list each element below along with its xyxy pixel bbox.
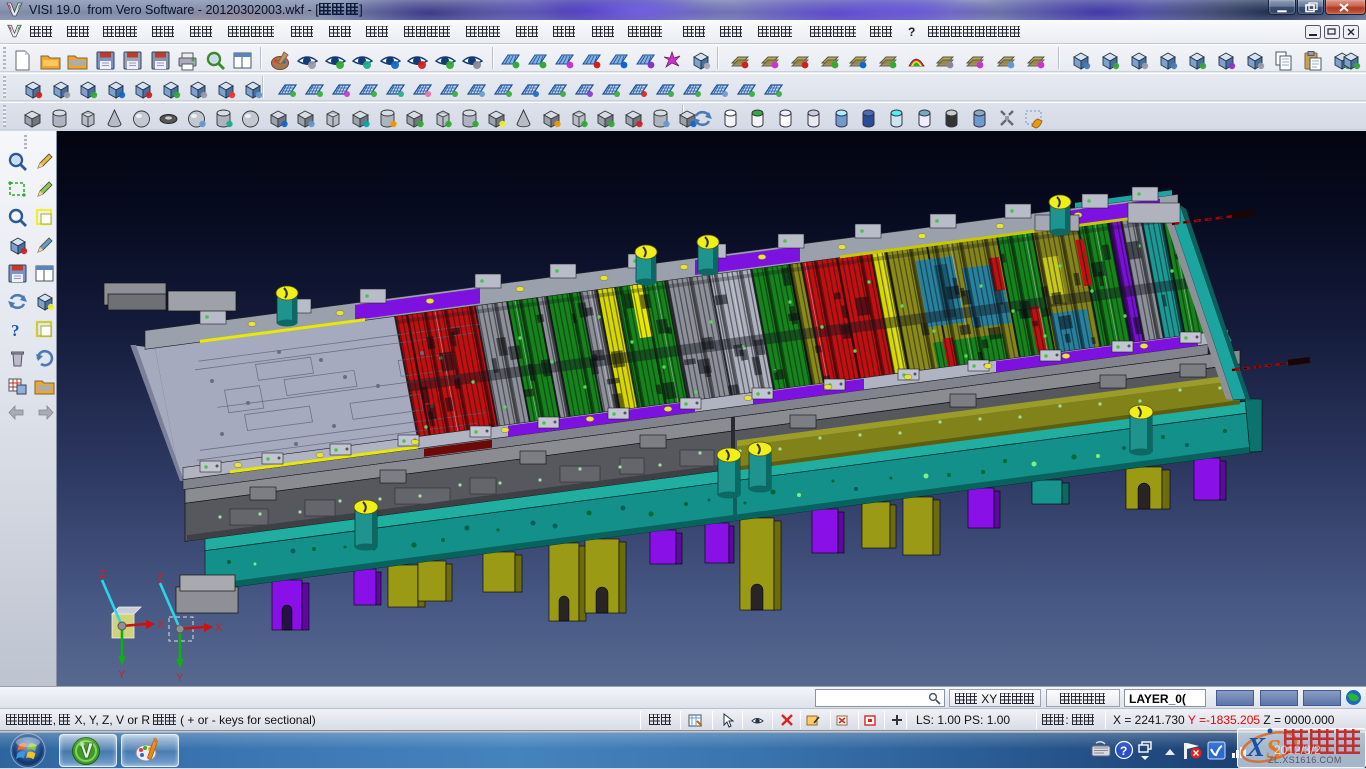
svg-text:Z: Z bbox=[157, 572, 164, 584]
svg-text:X: X bbox=[157, 619, 165, 631]
svg-text:?: ? bbox=[1120, 744, 1127, 758]
svg-text:X: X bbox=[215, 622, 223, 634]
svg-text:Z: Z bbox=[99, 569, 106, 581]
svg-text:Y: Y bbox=[176, 672, 184, 684]
svg-text:?: ? bbox=[11, 321, 20, 340]
svg-text:X: X bbox=[1246, 732, 1266, 762]
svg-text:Y: Y bbox=[118, 669, 126, 681]
